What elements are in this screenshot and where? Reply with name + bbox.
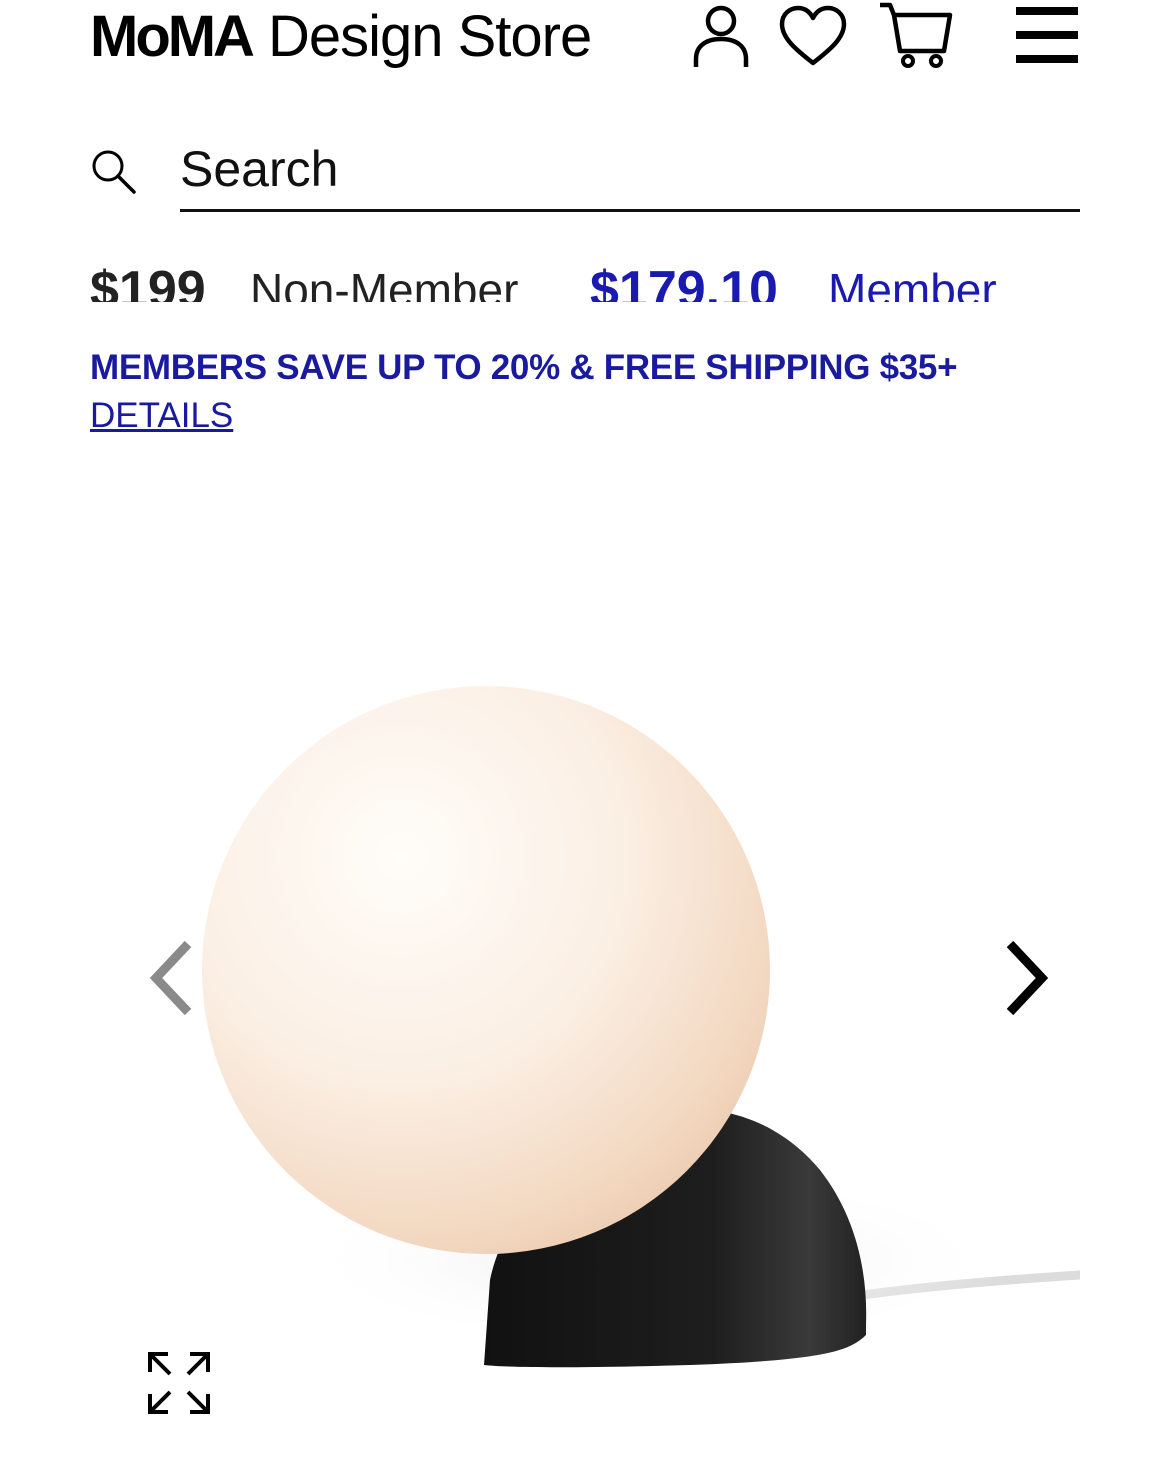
expand-image-button[interactable]	[146, 1350, 212, 1416]
product-image-carousel	[90, 470, 1080, 1463]
carousel-next-button[interactable]	[992, 935, 1062, 1025]
promo-text: MEMBERS SAVE UP TO 20% & FREE SHIPPING $…	[90, 348, 958, 387]
member-label: Member	[828, 264, 997, 302]
chevron-left-icon	[146, 938, 196, 1023]
logo-primary: MoMA	[90, 4, 255, 69]
promo-details-link[interactable]: DETAILS	[90, 392, 233, 440]
moma-design-store-logo[interactable]: MoMA Design Store	[90, 2, 592, 72]
search-bar	[90, 128, 1080, 218]
carousel-prev-button[interactable]	[136, 935, 206, 1025]
product-image-globe-lamp	[202, 686, 1080, 1368]
chevron-right-icon	[1002, 938, 1052, 1023]
search-icon[interactable]	[90, 148, 138, 196]
lamp-globe	[202, 686, 770, 1254]
site-header: MoMA Design Store	[0, 0, 1170, 100]
menu-icon[interactable]	[1014, 0, 1080, 72]
search-input[interactable]	[180, 128, 1080, 212]
cart-icon[interactable]	[876, 0, 956, 72]
nonmember-label: Non-Member	[250, 264, 519, 302]
expand-icon	[146, 1352, 212, 1420]
member-promo: MEMBERS SAVE UP TO 20% & FREE SHIPPING $…	[90, 344, 1090, 440]
logo-secondary: Design Store	[267, 4, 592, 69]
wishlist-heart-icon[interactable]	[776, 0, 850, 72]
account-icon[interactable]	[690, 0, 752, 72]
price-row: $199 Non-Member $179.10 Member	[90, 250, 1080, 302]
nonmember-price: $199	[90, 261, 206, 302]
member-price: $179.10	[590, 261, 778, 302]
